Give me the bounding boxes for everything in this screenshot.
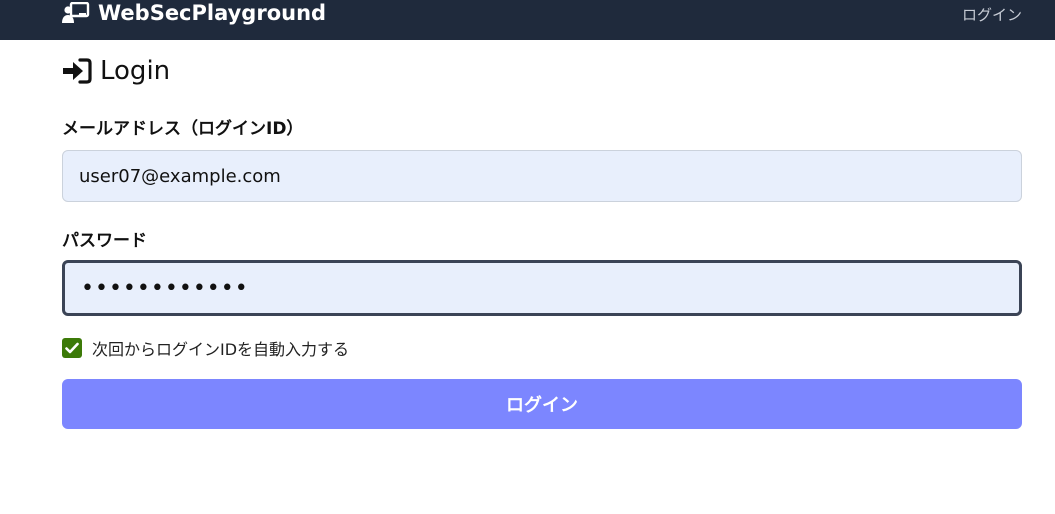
checkmark-icon	[65, 342, 79, 354]
email-field[interactable]	[62, 150, 1022, 202]
password-field[interactable]	[62, 260, 1022, 316]
remember-login-id[interactable]: 次回からログインIDを自動入力する	[62, 336, 349, 360]
top-navbar: WebSecPlayground ログイン	[0, 0, 1055, 40]
brand-link[interactable]: WebSecPlayground	[62, 0, 326, 26]
sign-in-icon	[62, 58, 92, 84]
page-title: Login	[62, 56, 170, 86]
chalkboard-user-icon	[62, 2, 90, 24]
page-title-text: Login	[100, 56, 171, 86]
login-button[interactable]: ログイン	[62, 379, 1022, 429]
remember-label: 次回からログインIDを自動入力する	[92, 340, 350, 359]
brand-name: WebSecPlayground	[98, 1, 327, 25]
remember-checkbox[interactable]	[62, 338, 82, 358]
password-label: パスワード	[62, 231, 147, 251]
nav-login-link[interactable]: ログイン	[962, 4, 1022, 25]
email-label: メールアドレス（ログインID）	[62, 119, 304, 139]
